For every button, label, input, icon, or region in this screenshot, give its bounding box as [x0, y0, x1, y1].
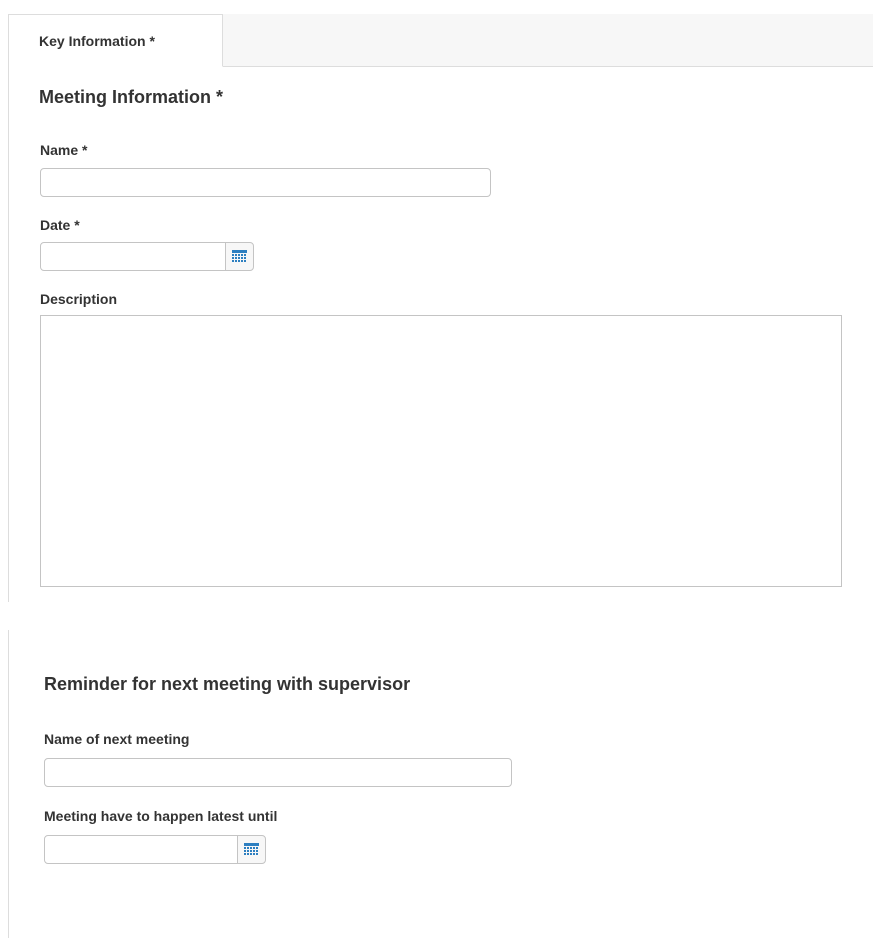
tab-strip: Key Information *: [8, 14, 873, 67]
date-calendar-button[interactable]: [225, 242, 254, 271]
date-label: Date *: [40, 217, 80, 233]
name-input[interactable]: [40, 168, 491, 197]
next-meeting-name-label: Name of next meeting: [44, 731, 190, 747]
deadline-calendar-button[interactable]: [237, 835, 266, 864]
deadline-label: Meeting have to happen latest until: [44, 808, 278, 824]
reminder-panel: Reminder for next meeting with superviso…: [8, 630, 873, 938]
meeting-information-heading: Meeting Information *: [39, 87, 223, 107]
deadline-date-input[interactable]: [44, 835, 238, 864]
deadline-date-picker: [44, 835, 267, 864]
description-label: Description: [40, 291, 118, 307]
reminder-heading: Reminder for next meeting with superviso…: [44, 674, 411, 694]
meeting-information-panel: Meeting Information * Name * Date * Desc…: [8, 66, 873, 602]
name-label: Name *: [40, 142, 88, 158]
calendar-icon: [232, 250, 247, 262]
calendar-icon: [244, 843, 259, 855]
description-textarea[interactable]: [40, 315, 842, 587]
tab-key-information[interactable]: Key Information *: [8, 14, 223, 67]
date-picker: [40, 242, 255, 271]
next-meeting-name-input[interactable]: [44, 758, 512, 787]
date-input[interactable]: [40, 242, 226, 271]
